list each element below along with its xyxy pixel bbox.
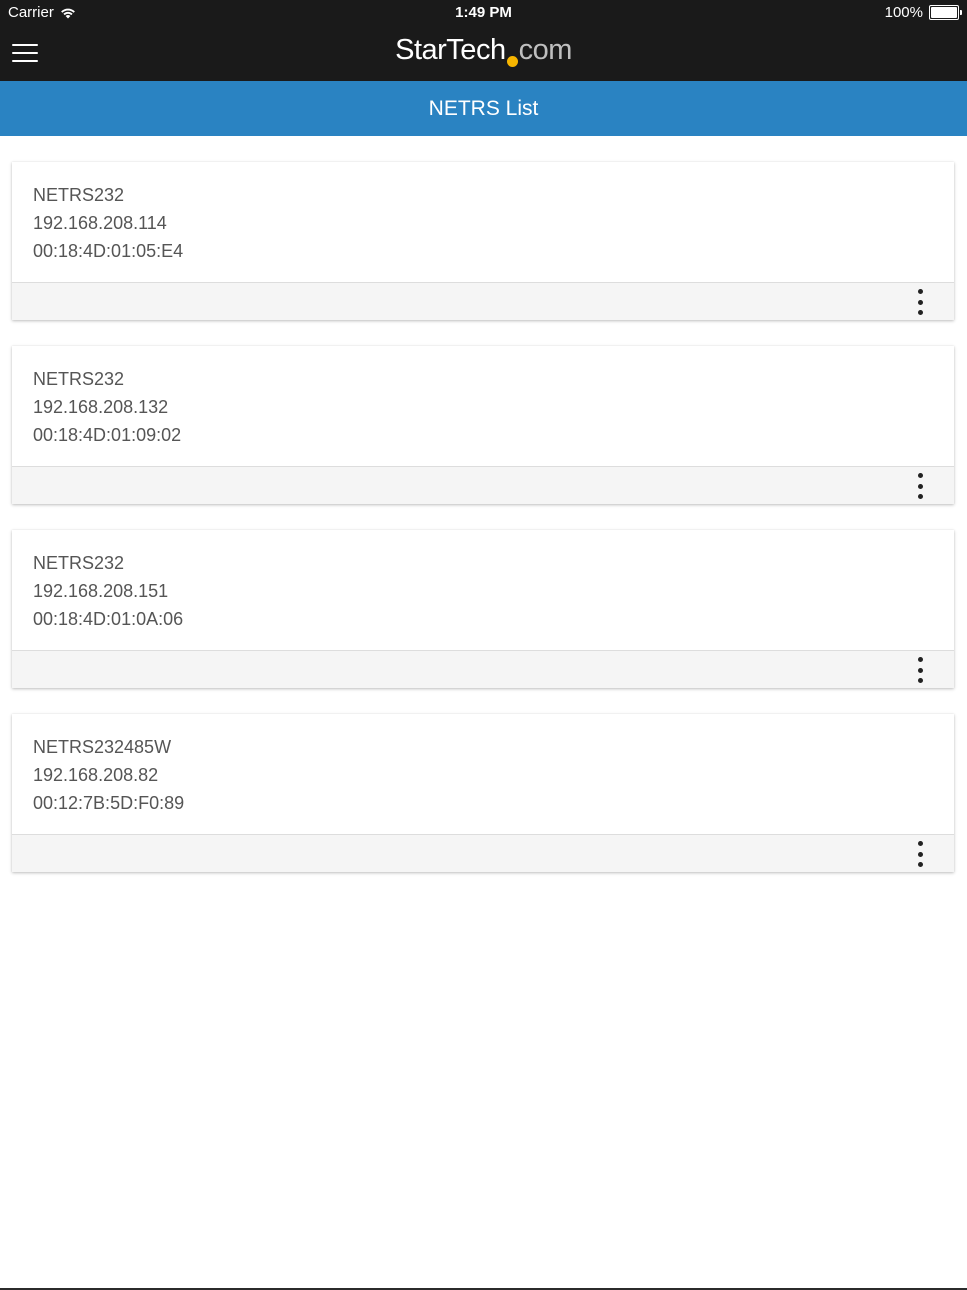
device-mac: 00:12:7B:5D:F0:89 [33, 793, 185, 813]
device-list: NETRS232 192.168.208.114 00:18:4D:01:05:… [12, 162, 954, 898]
device-card-body[interactable]: NETRS232 192.168.208.151 00:18:4D:01:0A:… [12, 530, 954, 651]
logo-dot [506, 56, 518, 67]
battery-percent: 100% [884, 4, 923, 21]
device-card-footer [12, 835, 954, 872]
device-card[interactable]: NETRS232 192.168.208.114 00:18:4D:01:05:… [12, 162, 954, 320]
device-card[interactable]: NETRS232485W 192.168.208.82 00:12:7B:5D:… [12, 714, 954, 872]
battery-fill [931, 7, 957, 18]
device-ip: 192.168.208.132 [33, 397, 169, 417]
device-card[interactable]: NETRS232 192.168.208.132 00:18:4D:01:09:… [12, 346, 954, 504]
more-vertical-icon[interactable] [908, 657, 932, 683]
device-card-footer [12, 467, 954, 504]
more-vertical-icon[interactable] [908, 473, 932, 499]
device-model: NETRS232 [33, 553, 125, 573]
device-mac: 00:18:4D:01:0A:06 [33, 609, 184, 629]
device-model: NETRS232 [33, 369, 125, 389]
startech-logo: StarTech com [0, 34, 967, 67]
device-card-body[interactable]: NETRS232 192.168.208.132 00:18:4D:01:09:… [12, 346, 954, 467]
device-model: NETRS232485W [33, 737, 172, 757]
device-card-footer [12, 651, 954, 688]
device-card-footer [12, 283, 954, 320]
device-card-body[interactable]: NETRS232 192.168.208.114 00:18:4D:01:05:… [12, 162, 954, 283]
logo-main: StarTech [395, 34, 506, 66]
nav-bar: StarTech com [0, 27, 967, 81]
more-vertical-icon[interactable] [908, 841, 932, 867]
status-time: 1:49 PM [455, 4, 512, 21]
page-title-bar: NETRS List [0, 81, 967, 136]
logo-suffix: com [518, 34, 573, 66]
battery-icon [929, 5, 962, 20]
device-ip: 192.168.208.82 [33, 765, 159, 785]
app-header: Carrier 1:49 PM 100% StarTech com [0, 0, 967, 81]
status-right: 100% [884, 4, 962, 21]
device-mac: 00:18:4D:01:05:E4 [33, 241, 184, 261]
page-title: NETRS List [428, 97, 539, 120]
status-bar: Carrier 1:49 PM 100% [0, 0, 967, 27]
more-vertical-icon[interactable] [908, 289, 932, 315]
device-ip: 192.168.208.114 [33, 213, 167, 233]
device-model: NETRS232 [33, 185, 125, 205]
device-card[interactable]: NETRS232 192.168.208.151 00:18:4D:01:0A:… [12, 530, 954, 688]
device-card-body[interactable]: NETRS232485W 192.168.208.82 00:12:7B:5D:… [12, 714, 954, 835]
device-ip: 192.168.208.151 [33, 581, 169, 601]
device-mac: 00:18:4D:01:09:02 [33, 425, 182, 445]
